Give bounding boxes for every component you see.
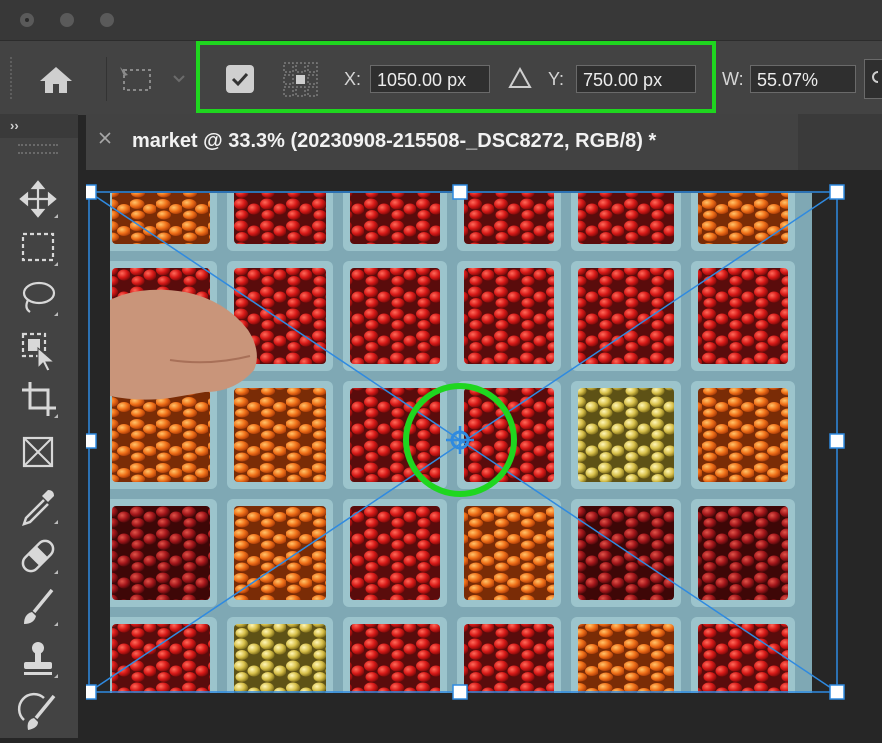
document-canvas[interactable] xyxy=(81,170,882,738)
tomato-basket xyxy=(350,506,440,600)
home-icon[interactable] xyxy=(38,65,74,100)
link-dimensions-icon[interactable] xyxy=(864,59,882,99)
minimize-window-button[interactable] xyxy=(60,13,74,27)
transform-handle[interactable] xyxy=(81,433,97,449)
panel-grip[interactable] xyxy=(18,144,58,154)
tomato-basket xyxy=(112,506,210,600)
y-position-field[interactable]: 750.00 px xyxy=(576,65,696,93)
zoom-window-button[interactable] xyxy=(100,13,114,27)
clone-stamp-tool-icon[interactable] xyxy=(14,638,62,682)
market-photo xyxy=(110,193,812,693)
eyedropper-tool-icon[interactable] xyxy=(14,484,62,528)
window-titlebar xyxy=(0,0,882,40)
transform-handle[interactable] xyxy=(829,184,845,200)
tomato-basket xyxy=(578,388,674,482)
y-label: Y: xyxy=(548,69,565,89)
lasso-tool-icon[interactable] xyxy=(14,276,62,320)
crop-tool-icon[interactable] xyxy=(14,378,62,422)
tomato-basket xyxy=(112,624,210,693)
transform-handle[interactable] xyxy=(81,684,97,700)
transform-handle[interactable] xyxy=(452,684,468,700)
transform-tool-preset-icon[interactable] xyxy=(118,65,156,98)
object-selection-tool-icon[interactable] xyxy=(14,328,62,372)
options-bar: X: 1050.00 px Y: 750.00 px W: 55.07% xyxy=(0,40,882,115)
transform-handle[interactable] xyxy=(829,684,845,700)
x-label: X: xyxy=(344,69,362,89)
reference-point-locator-icon[interactable] xyxy=(282,61,320,104)
close-window-button[interactable] xyxy=(20,13,34,27)
tomato-basket xyxy=(350,624,440,693)
width-field[interactable]: 55.07% xyxy=(750,65,856,93)
options-bar-grip[interactable] xyxy=(10,57,15,99)
brush-tool-icon[interactable] xyxy=(14,586,62,630)
document-tab-title: market @ 33.3% (20230908-215508-_DSC8272… xyxy=(132,130,657,152)
w-label: W: xyxy=(722,69,744,89)
healing-brush-tool-icon[interactable] xyxy=(14,534,62,578)
transform-handle[interactable] xyxy=(452,184,468,200)
panel-collapse-toggle[interactable]: ›› xyxy=(10,118,19,133)
tomato-basket xyxy=(464,506,554,600)
close-tab-icon[interactable] xyxy=(98,131,112,150)
history-brush-tool-icon[interactable] xyxy=(14,690,62,734)
chevron-down-icon[interactable] xyxy=(172,71,186,89)
tomato-basket xyxy=(464,624,554,693)
document-tabs: market @ 33.3% (20230908-215508-_DSC8272… xyxy=(86,114,882,170)
tomato-basket xyxy=(698,268,788,364)
tomato-basket xyxy=(234,624,326,693)
tomato-basket xyxy=(350,388,440,482)
triangle-icon[interactable] xyxy=(508,66,532,95)
tomato-basket xyxy=(112,388,210,482)
tomato-basket xyxy=(698,388,788,482)
marquee-tool-icon[interactable] xyxy=(14,226,62,270)
transform-handle[interactable] xyxy=(829,433,845,449)
tomato-basket xyxy=(578,506,674,600)
tomato-basket xyxy=(698,624,788,693)
tomato-basket xyxy=(350,268,440,364)
tomato-basket xyxy=(578,268,674,364)
transform-handle[interactable] xyxy=(81,184,97,200)
tomato-basket xyxy=(698,506,788,600)
tomato-basket xyxy=(234,388,326,482)
tomato-basket xyxy=(578,624,674,693)
x-position-field[interactable]: 1050.00 px xyxy=(370,65,490,93)
tools-panel: ›› xyxy=(0,114,78,738)
frame-tool-icon[interactable] xyxy=(14,432,62,476)
reference-point-checkbox[interactable] xyxy=(226,65,254,93)
document-tab[interactable]: market @ 33.3% (20230908-215508-_DSC8272… xyxy=(86,114,798,170)
photo-canvas[interactable] xyxy=(81,170,882,738)
move-tool-icon[interactable] xyxy=(14,178,62,222)
tomato-basket xyxy=(464,268,554,364)
